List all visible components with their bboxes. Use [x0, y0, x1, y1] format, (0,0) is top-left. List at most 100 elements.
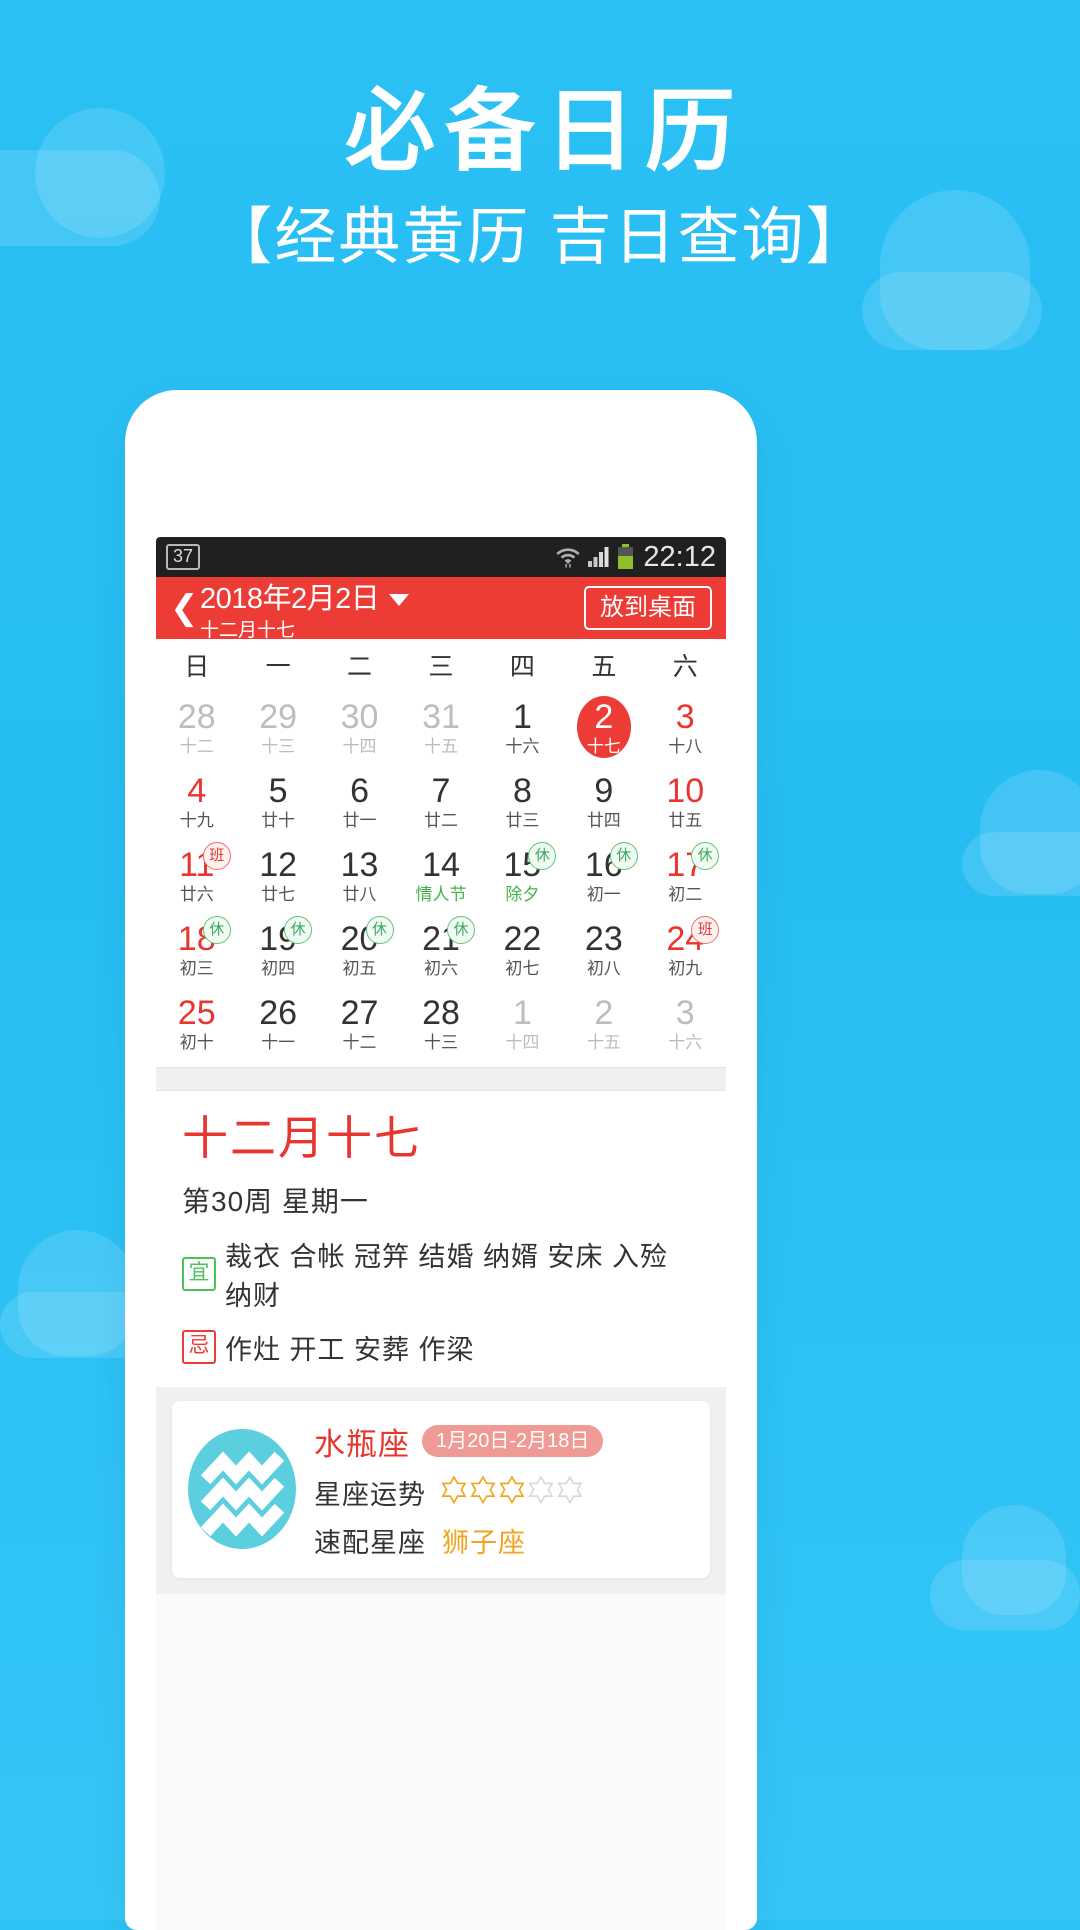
back-chevron-icon[interactable]: ❮ — [170, 591, 199, 625]
add-to-desktop-button[interactable]: 放到桌面 — [584, 586, 712, 630]
day-lunar-label: 十七 — [586, 736, 621, 756]
day-lunar-label: 初七 — [505, 958, 540, 978]
cloud-decoration — [962, 832, 1080, 896]
day-lunar-label: 初二 — [668, 884, 703, 904]
calendar-day-cell[interactable]: 4 十九 — [156, 765, 237, 839]
day-lunar-label: 十三 — [261, 736, 296, 756]
calendar-day-cell[interactable]: 30 十四 — [319, 691, 400, 765]
zodiac-match-label: 速配星座 — [314, 1527, 426, 1558]
calendar-day-cell[interactable]: 休 19 初四 — [237, 913, 318, 987]
calendar-day-cell[interactable]: 班 11 廿六 — [156, 839, 237, 913]
calendar-day-cell[interactable]: 13 廿八 — [319, 839, 400, 913]
calendar-week-row: 班 11 廿六 12 廿七 13 廿八 14 情人节休 15 除夕休 16 初一休 17 初二 — [156, 839, 726, 913]
day-number: 28 — [422, 993, 460, 1032]
detail-week-line: 第30周 星期一 — [182, 1185, 369, 1217]
calendar-day-cell[interactable]: 8 廿三 — [482, 765, 563, 839]
day-lunar-label: 十五 — [586, 1032, 621, 1052]
day-lunar-label: 初六 — [423, 958, 458, 978]
day-lunar-label: 十四 — [342, 736, 377, 756]
zodiac-date-range-badge: 1月20日-2月18日 — [422, 1425, 604, 1458]
zodiac-info: 水瓶座 1月20日-2月18日 星座运势 速配星座 狮子座 — [314, 1419, 694, 1560]
chevron-down-icon[interactable] — [389, 594, 410, 606]
calendar-day-cell[interactable]: 26 十一 — [237, 987, 318, 1061]
cloud-decoration — [962, 1505, 1066, 1615]
day-number: 3 — [675, 993, 695, 1032]
calendar-day-cell[interactable]: 28 十二 — [156, 691, 237, 765]
weekday-cell: 六 — [645, 639, 726, 691]
current-lunar-label: 十二月十七 — [200, 619, 296, 641]
calendar-day-cell[interactable]: 休 16 初一 — [563, 839, 644, 913]
calendar-day-cell[interactable]: 1 十四 — [482, 987, 563, 1061]
weekday-header-row: 日一二三四五六 — [156, 639, 726, 691]
detail-lunar-date: 十二月十七 — [182, 1112, 422, 1164]
calendar-day-cell[interactable]: 31 十五 — [400, 691, 481, 765]
weekday-label: 五 — [591, 653, 617, 681]
calendar-day-cell[interactable]: 休 21 初六 — [400, 913, 481, 987]
day-number: 9 — [594, 771, 614, 810]
ji-mark-icon: 忌 — [182, 1330, 216, 1365]
calendar-day-cell[interactable]: 3 十六 — [645, 987, 726, 1061]
status-bar-clock: 22:12 — [643, 540, 716, 573]
day-lunar-label: 十二 — [342, 1032, 377, 1052]
calendar-day-cell[interactable]: 14 情人节 — [400, 839, 481, 913]
calendar-day-cell[interactable]: 休 20 初五 — [319, 913, 400, 987]
day-lunar-label: 十五 — [423, 736, 458, 756]
cellular-signal-icon — [587, 546, 611, 568]
rest-day-badge: 休 — [528, 842, 557, 870]
calendar-day-cell[interactable]: 5 廿十 — [237, 765, 318, 839]
aquarius-icon — [188, 1429, 296, 1550]
rest-day-badge: 休 — [446, 916, 475, 944]
star-empty-icon — [527, 1474, 555, 1509]
page-subtitle: 【经典黄历 吉日查询】 — [210, 203, 870, 273]
phone-mockup: 37 22:12 ❮ 2018年2月2日 十二月十七 放到桌面 日 一 二 三 … — [125, 390, 757, 1930]
calendar-day-cell[interactable]: 28 十三 — [400, 987, 481, 1061]
weekday-cell: 日 — [156, 639, 237, 691]
calendar-day-cell[interactable]: 22 初七 — [482, 913, 563, 987]
app-header-titles[interactable]: 2018年2月2日 十二月十七 — [200, 575, 584, 642]
calendar-day-cell[interactable]: 班 24 初九 — [645, 913, 726, 987]
day-lunar-label: 初四 — [261, 958, 296, 978]
calendar-day-cell[interactable]: 2 十七 — [563, 691, 644, 765]
calendar-day-cell[interactable]: 休 17 初二 — [645, 839, 726, 913]
app-header-date-row[interactable]: 2018年2月2日 — [200, 575, 584, 617]
day-lunar-label: 廿五 — [668, 810, 703, 830]
day-lunar-label: 廿四 — [586, 810, 621, 830]
rest-day-badge: 休 — [609, 842, 638, 870]
calendar-day-cell[interactable]: 27 十二 — [319, 987, 400, 1061]
day-number: 28 — [177, 697, 216, 736]
calendar-day-cell[interactable]: 休 15 除夕 — [482, 839, 563, 913]
zodiac-card[interactable]: 水瓶座 1月20日-2月18日 星座运势 速配星座 狮子座 — [172, 1400, 710, 1578]
star-filled-icon — [498, 1474, 526, 1509]
calendar-day-cell[interactable]: 6 廿一 — [319, 765, 400, 839]
calendar-day-cell[interactable]: 23 初八 — [563, 913, 644, 987]
calendar-day-cell[interactable]: 2 十五 — [563, 987, 644, 1061]
zodiac-fortune-label: 星座运势 — [314, 1479, 426, 1510]
rest-day-badge: 休 — [284, 916, 313, 944]
zodiac-match-value: 狮子座 — [442, 1527, 526, 1558]
day-lunar-label: 廿十 — [261, 810, 296, 830]
calendar-day-cell[interactable]: 休 18 初三 — [156, 913, 237, 987]
calendar-day-cell[interactable]: 10 廿五 — [645, 765, 726, 839]
star-empty-icon — [556, 1474, 584, 1509]
calendar-day-cell[interactable]: 1 十六 — [482, 691, 563, 765]
calendar-grid[interactable]: 日一二三四五六 28 十二 29 十三 30 十四 31 十五 1 十六 2 十七 3 十八 4 十九 5 廿十 6… — [156, 639, 726, 1067]
day-lunar-label: 初一 — [586, 884, 621, 904]
day-detail-section: 十二月十七 第30周 星期一 宜 裁衣 合帐 冠笄 结婚 纳婿 安床 入殓 纳财… — [156, 1091, 726, 1387]
weekday-cell: 五 — [563, 639, 644, 691]
day-lunar-label: 廿二 — [423, 810, 458, 830]
day-lunar-label: 十九 — [179, 810, 214, 830]
day-number: 2 — [594, 993, 614, 1032]
app-header-bar: ❮ 2018年2月2日 十二月十七 放到桌面 — [156, 575, 726, 642]
calendar-day-cell[interactable]: 7 廿二 — [400, 765, 481, 839]
hero-banner: 必备日历 【经典黄历 吉日查询】 — [0, 83, 1080, 277]
calendar-week-row: 25 初十 26 十一 27 十二 28 十三 1 十四 2 十五 3 十六 — [156, 987, 726, 1061]
current-date-label[interactable]: 2018年2月2日 — [200, 575, 380, 617]
calendar-day-rows[interactable]: 28 十二 29 十三 30 十四 31 十五 1 十六 2 十七 3 十八 4 十九 5 廿十 6 廿一 7 廿二 8 廿三… — [156, 691, 726, 1061]
calendar-day-cell[interactable]: 9 廿四 — [563, 765, 644, 839]
calendar-day-cell[interactable]: 29 十三 — [237, 691, 318, 765]
work-day-badge: 班 — [202, 842, 231, 870]
day-lunar-label: 十四 — [505, 1032, 540, 1052]
calendar-day-cell[interactable]: 3 十八 — [645, 691, 726, 765]
calendar-day-cell[interactable]: 12 廿七 — [237, 839, 318, 913]
calendar-day-cell[interactable]: 25 初十 — [156, 987, 237, 1061]
